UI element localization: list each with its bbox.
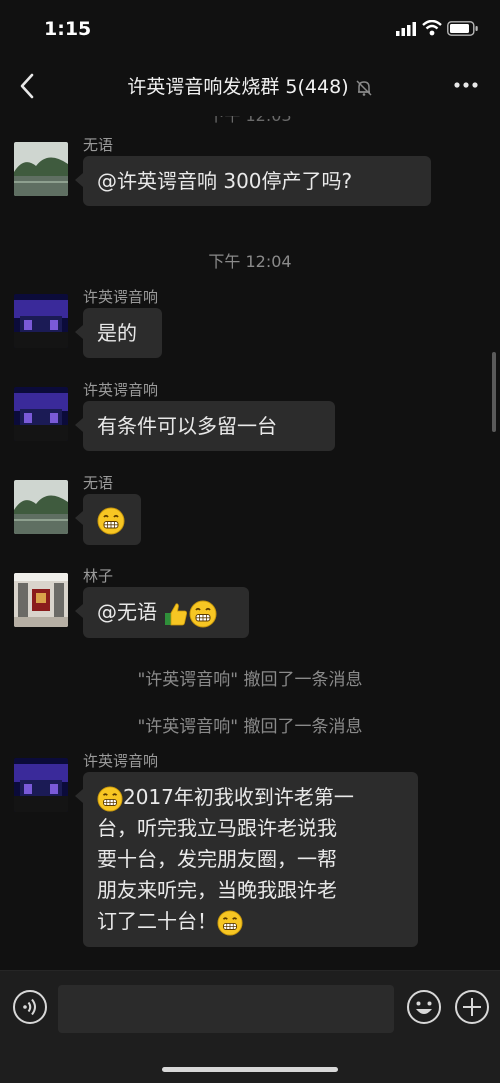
message-input[interactable] <box>58 985 394 1033</box>
chat-area[interactable]: 下午 12:03 无语 @许英谔音响 300停产了吗? 下午 12:04 许英谔… <box>0 116 500 970</box>
message-text: 订了二十台！ <box>97 909 217 933</box>
chat-title-row: 许英谔音响发烧群 5(448) <box>0 72 500 99</box>
avatar-wuyu[interactable] <box>14 480 68 534</box>
signal-icon <box>396 22 416 36</box>
more-dots-icon[interactable] <box>454 82 478 88</box>
avatar-wuyu[interactable] <box>14 142 68 196</box>
time-divider: 下午 12:04 <box>208 252 292 271</box>
message-text: 是的 <box>97 321 137 345</box>
smiley-icon[interactable] <box>406 989 442 1025</box>
sender-name: 许英谔音响 <box>83 288 159 306</box>
sender-name: 许英谔音响 <box>83 752 159 770</box>
recall-notice: "许英谔音响" 撤回了一条消息 <box>137 670 363 690</box>
message-line: 2017年初我收到许老第一 <box>97 782 404 813</box>
thumbs-up-emoji <box>165 602 188 625</box>
message-bubble[interactable]: @许英谔音响 300停产了吗? <box>75 156 431 206</box>
avatar-xuyinge[interactable] <box>14 758 68 812</box>
status-bar: 1:15 <box>0 0 500 56</box>
message-bubble[interactable]: 有条件可以多留一台 <box>75 401 335 451</box>
home-indicator <box>162 1067 338 1072</box>
bell-off-icon <box>356 79 372 96</box>
message-bubble[interactable] <box>75 494 141 545</box>
message-line: 朋友来听完，当晚我跟许老 <box>97 878 337 902</box>
sender-name: 无语 <box>83 136 114 154</box>
avatar-xuyinge[interactable] <box>14 294 68 348</box>
status-time: 1:15 <box>44 18 92 40</box>
wifi-icon <box>422 20 442 36</box>
avatar-xuyinge[interactable] <box>14 387 68 441</box>
message-text: 2017年初我收到许老第一 <box>123 785 354 809</box>
sender-name: 无语 <box>83 474 114 492</box>
input-bar <box>0 970 500 1083</box>
grin-emoji <box>97 785 123 812</box>
grin-emoji <box>189 600 217 627</box>
plus-icon[interactable] <box>454 989 490 1025</box>
message-line: 台，听完我立马跟许老说我 <box>97 816 337 840</box>
chat-header: 许英谔音响发烧群 5(448) <box>0 56 500 116</box>
battery-icon <box>447 21 478 36</box>
message-text: 有条件可以多留一台 <box>97 414 277 438</box>
message-bubble[interactable]: @无语 <box>75 587 249 638</box>
message-text: @许英谔音响 300停产了吗? <box>97 169 353 193</box>
message-line: 要十台，发完朋友圈，一帮 <box>97 847 337 871</box>
sender-name: 许英谔音响 <box>83 381 159 399</box>
avatar-linzi[interactable] <box>14 573 68 627</box>
grin-emoji <box>97 507 125 534</box>
message-line: 订了二十台！ <box>97 906 404 937</box>
chat-title: 许英谔音响发烧群 5(448) <box>127 76 349 98</box>
message-bubble[interactable]: 是的 <box>75 308 162 358</box>
recall-notice: "许英谔音响" 撤回了一条消息 <box>137 717 363 737</box>
time-divider-partial: 下午 12:03 <box>0 116 500 126</box>
grin-emoji <box>217 909 243 936</box>
scrollbar[interactable] <box>492 352 496 432</box>
sender-name: 林子 <box>83 567 114 585</box>
message-bubble[interactable]: 2017年初我收到许老第一 台，听完我立马跟许老说我 要十台，发完朋友圈，一帮 … <box>75 772 418 947</box>
message-text: @无语 <box>97 600 164 624</box>
voice-icon[interactable] <box>12 989 48 1025</box>
